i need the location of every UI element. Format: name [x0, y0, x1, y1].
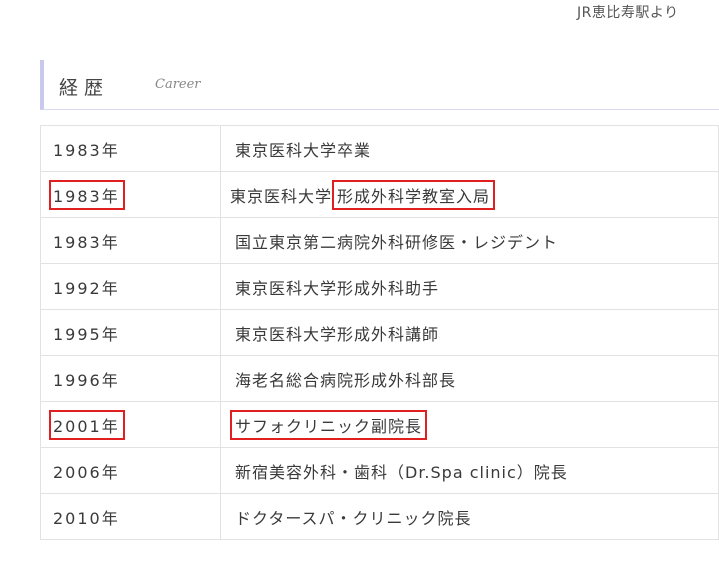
event-cell: 海老名総合病院形成外科部長: [220, 355, 719, 402]
event-label: 東京医科大学形成外科助手: [235, 278, 440, 298]
year-label: 1992年: [53, 278, 120, 298]
table-row: 1983年 東京医科大学卒業: [40, 125, 719, 172]
event-label: 東京医科大学卒業: [235, 140, 372, 160]
year-label: 2006年: [53, 462, 120, 482]
event-label-highlighted: サフォクリニック副院長: [230, 409, 428, 440]
event-cell: 国立東京第二病院外科研修医・レジデント: [220, 217, 719, 264]
year-label: 1995年: [53, 324, 120, 344]
year-cell: 1992年: [40, 263, 221, 310]
table-row: 2006年 新宿美容外科・歯科（Dr.Spa clinic）院長: [40, 447, 719, 494]
table-row: 2001年 サフォクリニック副院長: [40, 401, 719, 448]
event-label: 新宿美容外科・歯科（Dr.Spa clinic）院長: [235, 462, 568, 482]
event-label-highlighted: 形成外科学教室入局: [332, 179, 496, 210]
heading-japanese: 経歴: [59, 77, 110, 99]
table-row: 1983年 東京医科大学 形成外科学教室入局: [40, 171, 719, 218]
event-cell: 東京医科大学卒業: [220, 125, 719, 172]
career-section-heading: 経歴 Career: [40, 60, 719, 110]
year-label-highlighted: 2001年: [49, 409, 125, 440]
year-cell: 1983年: [40, 125, 221, 172]
event-label: 東京医科大学形成外科講師: [235, 324, 440, 344]
year-label: 1983年: [53, 232, 120, 252]
table-row: 1995年 東京医科大学形成外科講師: [40, 309, 719, 356]
heading-english: Career: [155, 77, 201, 92]
event-cell: ドクタースパ・クリニック院長: [220, 493, 719, 540]
table-row: 2010年 ドクタースパ・クリニック院長: [40, 493, 719, 540]
table-row: 1996年 海老名総合病院形成外科部長: [40, 355, 719, 402]
year-cell: 2001年: [40, 401, 221, 448]
event-cell: サフォクリニック副院長: [220, 401, 719, 448]
event-label-prefix: 東京医科大学: [230, 186, 333, 206]
table-row: 1992年 東京医科大学形成外科助手: [40, 263, 719, 310]
event-cell: 東京医科大学形成外科講師: [220, 309, 719, 356]
year-cell: 2006年: [40, 447, 221, 494]
table-row: 1983年 国立東京第二病院外科研修医・レジデント: [40, 217, 719, 264]
event-label: 海老名総合病院形成外科部長: [235, 370, 457, 390]
access-note: JR恵比寿駅より: [577, 5, 679, 21]
page: JR恵比寿駅より 経歴 Career 1983年 東京医科大学卒業 1983年 …: [0, 0, 719, 565]
year-label: 2010年: [53, 508, 120, 528]
event-cell: 東京医科大学 形成外科学教室入局: [220, 171, 719, 218]
year-label: 1983年: [53, 140, 120, 160]
year-cell: 1983年: [40, 217, 221, 264]
event-cell: 新宿美容外科・歯科（Dr.Spa clinic）院長: [220, 447, 719, 494]
event-label: 国立東京第二病院外科研修医・レジデント: [235, 232, 559, 252]
year-cell: 1983年: [40, 171, 221, 218]
event-label: ドクタースパ・クリニック院長: [235, 508, 472, 528]
year-cell: 1996年: [40, 355, 221, 402]
year-cell: 2010年: [40, 493, 221, 540]
year-label-highlighted: 1983年: [49, 179, 125, 210]
event-cell: 東京医科大学形成外科助手: [220, 263, 719, 310]
year-label: 1996年: [53, 370, 120, 390]
career-table: 1983年 東京医科大学卒業 1983年 東京医科大学 形成外科学教室入局 198…: [40, 125, 719, 540]
year-cell: 1995年: [40, 309, 221, 356]
